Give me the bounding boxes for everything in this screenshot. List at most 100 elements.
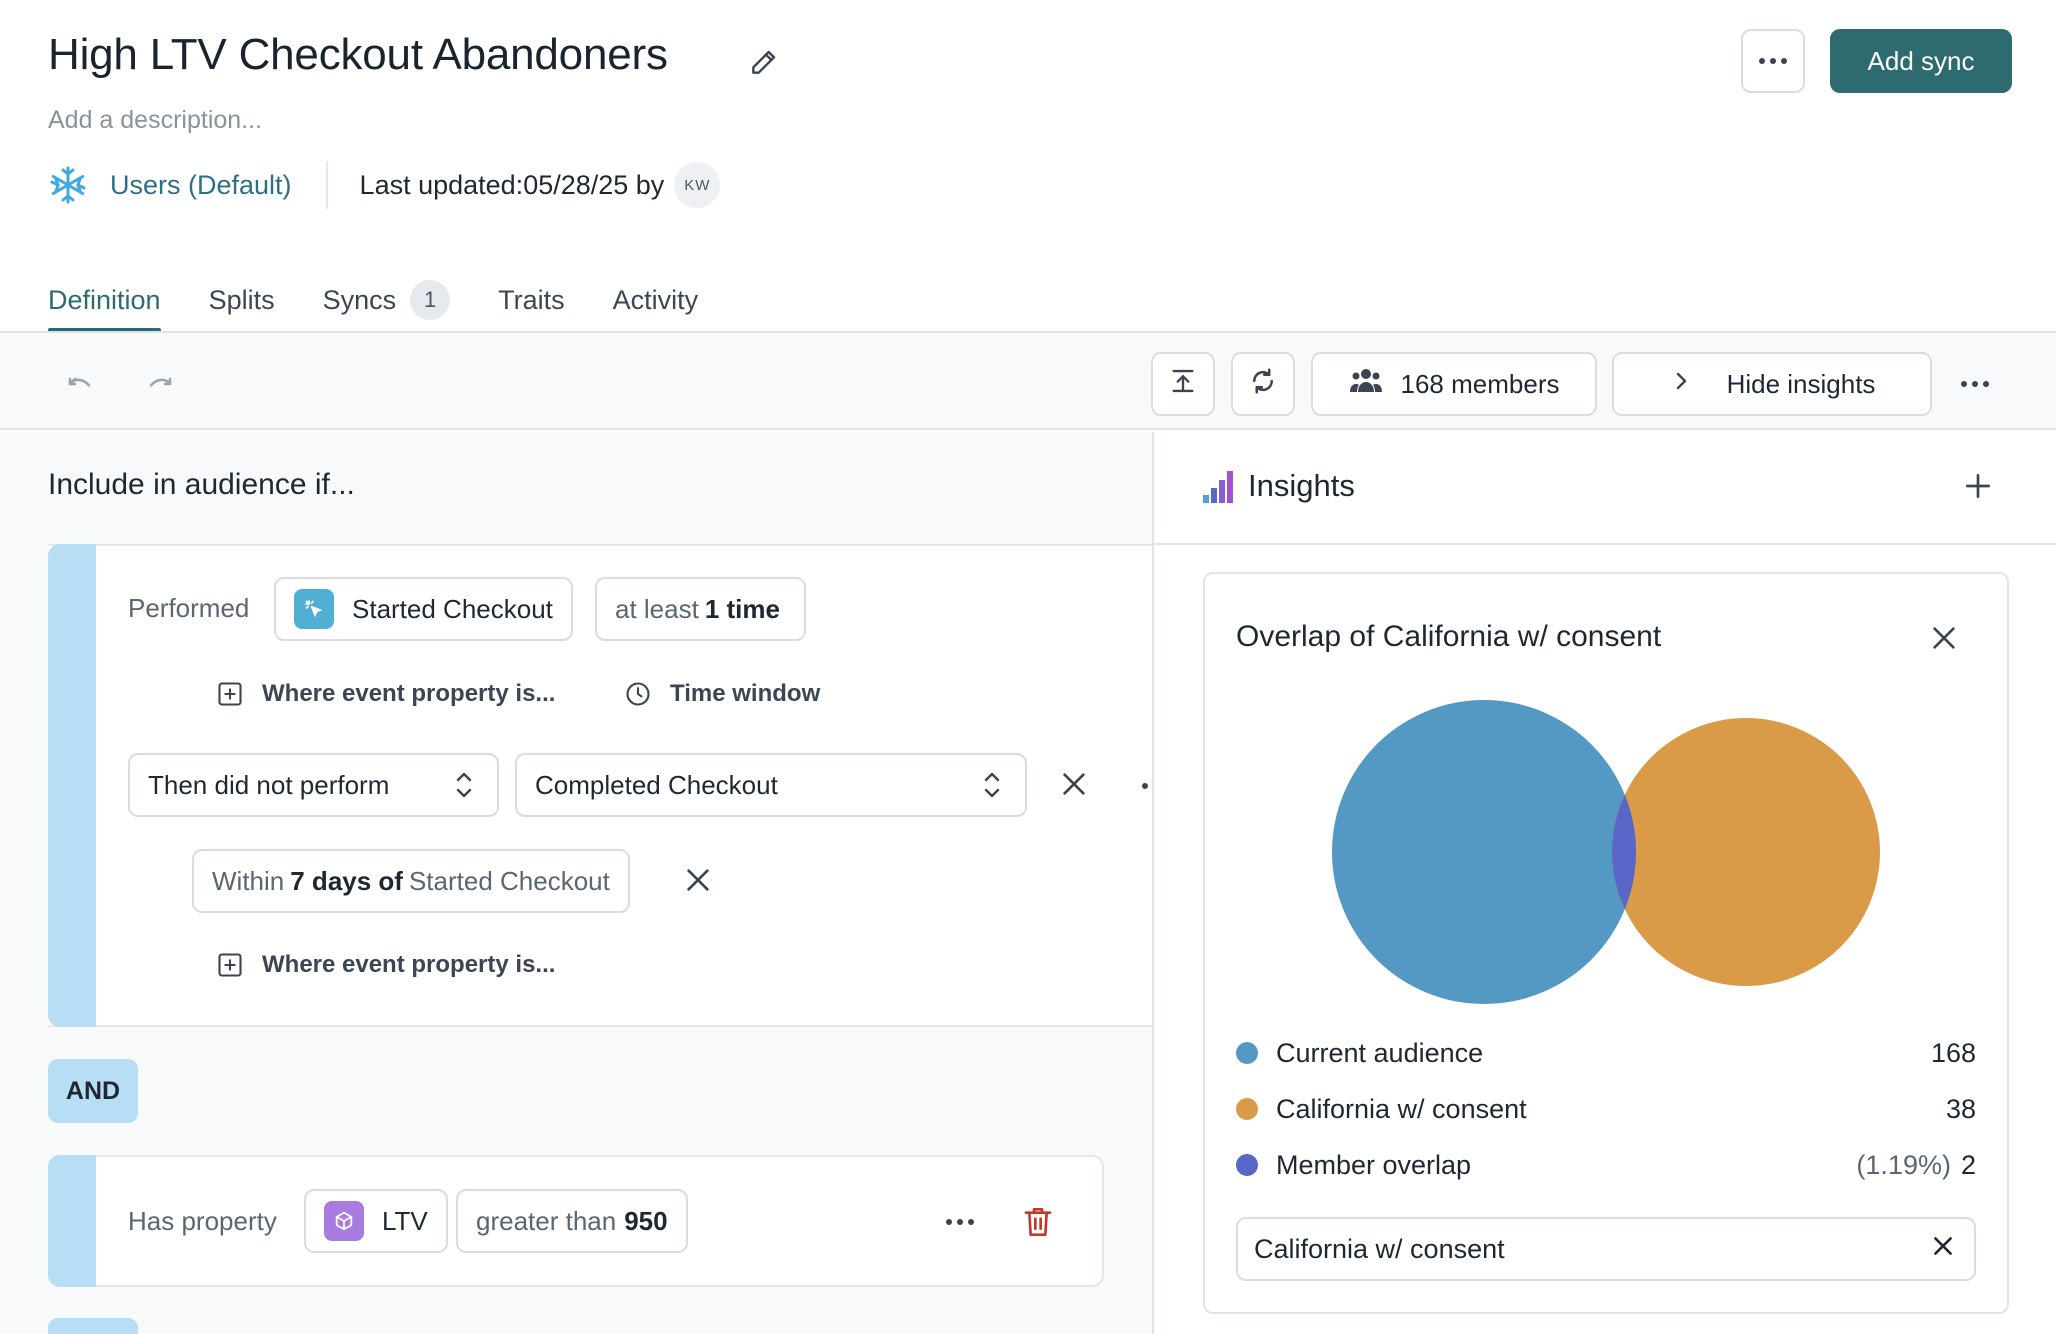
tab-definition[interactable]: Definition [48,270,161,332]
frequency-value: 1 time [704,593,780,624]
chevron-up-down-icon [984,772,1000,798]
legend-value: 38 [1945,1093,1976,1124]
tab-label: Syncs [322,284,397,315]
where-event-property-button[interactable]: Where event property is... [216,951,555,979]
tab-traits[interactable]: Traits [498,270,565,330]
within-window-pill[interactable]: Within 7 days of Started Checkout [192,849,630,913]
close-icon[interactable] [682,864,714,901]
card-title: Overlap of California w/ consent [1236,620,1662,653]
legend-row: Current audience 168 [1236,1033,1976,1073]
comparison-audience-chip[interactable]: California w/ consent [1236,1217,1976,1281]
tab-label: Definition [48,284,161,315]
operator-label: greater than [476,1205,617,1236]
more-horizontal-icon [1961,381,1989,387]
where-event-property-button[interactable]: Where event property is... [216,680,555,708]
more-horizontal-icon [946,1219,974,1225]
chevron-right-icon [1669,369,1693,400]
last-updated-label: Last updated: [359,169,524,200]
where-event-property-label: Where event property is... [262,951,556,978]
tab-bar: Definition Splits Syncs 1 Traits Activity [48,270,746,332]
condition-bar[interactable] [48,544,96,1027]
hide-insights-label: Hide insights [1726,368,1876,399]
venn-diagram [1332,700,1880,1004]
redo-icon[interactable] [140,364,180,404]
panel-divider [1152,432,1154,1334]
operator-select[interactable]: greater than 950 [456,1189,688,1253]
tab-splits[interactable]: Splits [209,270,275,330]
export-button[interactable] [1151,352,1215,416]
add-sync-button[interactable]: Add sync [1830,29,2012,93]
clock-icon [626,682,650,706]
last-updated-value: 05/28/25 by [523,169,665,200]
more-options-button[interactable] [1741,29,1805,93]
refresh-icon [1248,366,1278,403]
then-action-select[interactable]: Then did not perform [128,753,499,817]
tab-label: Splits [208,284,275,315]
legend-name: Current audience [1276,1037,1484,1068]
tab-syncs[interactable]: Syncs 1 [323,270,451,330]
close-icon[interactable] [1928,622,1960,659]
event-name: Started Checkout [352,593,553,624]
venn-california-consent [1612,718,1880,986]
trash-icon[interactable] [1022,1204,1054,1240]
property-select[interactable]: LTV [304,1189,448,1253]
plus-icon[interactable] [1962,470,1994,502]
count-badge: 1 [410,280,451,320]
property-name: LTV [382,1205,428,1236]
venn-current-audience [1332,700,1636,1004]
hide-insights-button[interactable]: Hide insights [1612,352,1932,416]
frequency-prefix: at least [615,593,699,624]
avatar: KW [674,162,721,208]
tab-activity[interactable]: Activity [613,270,699,330]
description-input[interactable]: Add a description... [48,106,262,135]
refresh-button[interactable] [1231,352,1295,416]
pencil-icon[interactable] [748,46,780,78]
condition-more-button[interactable] [940,1204,980,1240]
then-event-select[interactable]: Completed Checkout [515,753,1027,817]
and-operator-badge[interactable]: AND [48,1059,138,1123]
legend-row: California w/ consent 38 [1236,1089,1976,1129]
legend-dot [1236,1042,1258,1064]
chevron-up-down-icon [456,772,472,798]
event-select[interactable]: Started Checkout [274,577,573,641]
legend-value: 2 [1960,1149,1976,1180]
time-window-label: Time window [670,680,821,707]
legend-dot [1236,1154,1258,1176]
plus-square-icon [218,953,242,977]
legend-percent: (1.19%) [1856,1149,1951,1180]
insights-divider [1154,543,2056,545]
legend-name: California w/ consent [1276,1093,1527,1124]
undo-icon[interactable] [60,364,100,404]
and-operator-badge[interactable] [48,1318,138,1334]
bar-chart-icon [1202,470,1234,504]
plus-square-icon [218,682,242,706]
then-action-value: Then did not perform [148,769,390,800]
has-property-label: Has property [128,1206,277,1236]
source-row: Users (Default) Last updated: 05/28/25 b… [48,160,721,210]
performed-label: Performed [128,593,250,623]
close-icon[interactable] [1058,768,1090,805]
operator-value: 950 [624,1205,668,1236]
comparison-audience-name: California w/ consent [1254,1233,1505,1264]
toolbar-more-button[interactable] [1955,366,1995,402]
within-event: Started Checkout [408,865,610,896]
condition-bar[interactable] [48,1155,96,1287]
legend-value: 168 [1930,1037,1976,1068]
tab-label: Activity [612,284,699,315]
include-heading: Include in audience if... [48,468,355,501]
close-icon[interactable] [1930,1233,1956,1266]
then-event-value: Completed Checkout [535,769,778,800]
page-title: High LTV Checkout Abandoners [48,30,668,79]
users-icon [1349,366,1383,403]
snowflake-icon [48,165,88,205]
source-link[interactable]: Users (Default) [110,170,292,201]
legend-name: Member overlap [1276,1149,1472,1180]
more-horizontal-icon[interactable] [1142,783,1148,789]
time-window-button[interactable]: Time window [624,680,820,708]
members-count: 168 members [1400,368,1560,399]
members-button[interactable]: 168 members [1311,352,1597,416]
legend-dot [1236,1098,1258,1120]
divider [325,161,328,209]
more-horizontal-icon [1759,58,1787,64]
frequency-select[interactable]: at least 1 time [595,577,806,641]
